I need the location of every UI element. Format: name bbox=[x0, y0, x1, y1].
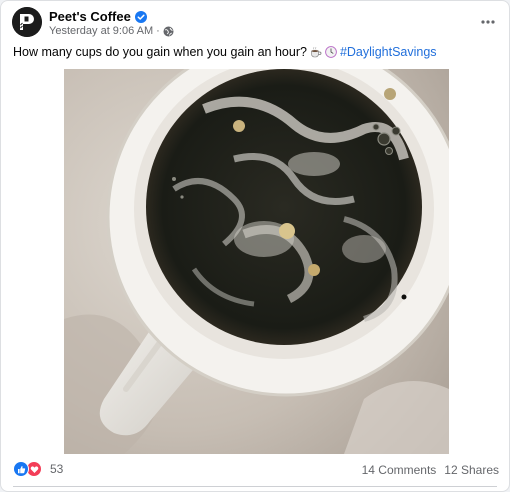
comments-count-link[interactable]: 14 Comments bbox=[362, 463, 437, 477]
post-caption: How many cups do you gain when you gain … bbox=[13, 44, 437, 60]
caption-text: How many cups do you gain when you gain … bbox=[13, 45, 307, 59]
hashtag-link[interactable]: #DaylightSavings bbox=[340, 45, 437, 59]
page-avatar[interactable] bbox=[12, 7, 42, 37]
post-footer: 53 14 Comments 12 Shares bbox=[1, 457, 509, 483]
clock-emoji bbox=[325, 46, 337, 58]
more-options-button[interactable] bbox=[477, 12, 499, 32]
post-header: Peet's Coffee Yesterday at 9:06 AM · bbox=[1, 1, 509, 43]
engagement-stats: 14 Comments 12 Shares bbox=[362, 463, 499, 477]
globe-icon[interactable] bbox=[163, 26, 174, 37]
reactions-summary[interactable]: 53 bbox=[13, 461, 63, 477]
meta-separator: · bbox=[156, 25, 160, 37]
reaction-count: 53 bbox=[50, 462, 64, 476]
peets-logo-icon bbox=[12, 7, 42, 37]
hot-beverage-emoji bbox=[310, 46, 322, 58]
like-icon bbox=[13, 461, 29, 477]
page-name-link[interactable]: Peet's Coffee bbox=[49, 9, 131, 24]
shares-count-link[interactable]: 12 Shares bbox=[444, 463, 499, 477]
verified-badge-icon bbox=[134, 10, 147, 23]
post-photo[interactable] bbox=[64, 69, 449, 454]
more-options-icon bbox=[481, 20, 495, 24]
post-timestamp[interactable]: Yesterday at 9:06 AM bbox=[49, 25, 153, 37]
footer-divider bbox=[13, 486, 497, 487]
post-card: Peet's Coffee Yesterday at 9:06 AM · How… bbox=[0, 0, 510, 492]
